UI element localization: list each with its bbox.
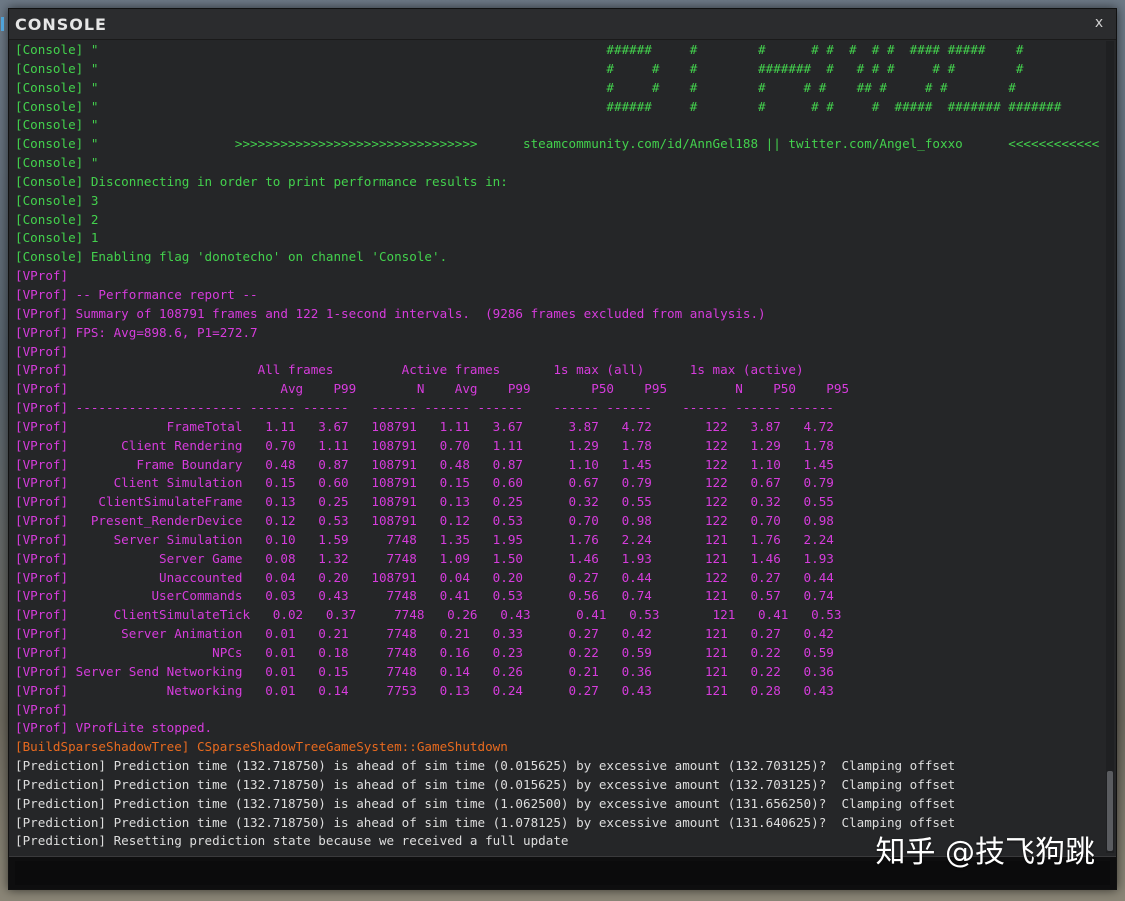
log-line: [VProf] Frame Boundary 0.48 0.87 108791 … (15, 456, 834, 472)
log-line: [Prediction] Prediction time (132.718750… (15, 758, 956, 774)
log-line: [VProf] Server Send Networking 0.01 0.15… (15, 663, 834, 679)
log-line: [VProf] FrameTotal 1.11 3.67 108791 1.11… (15, 418, 834, 434)
log-line: [Console] 3 (15, 192, 99, 208)
log-line: [Console] " >>>>>>>>>>>>>>>>>>>>>>>>>>>>… (15, 136, 1100, 152)
log-line: [Prediction] Prediction time (132.718750… (15, 795, 956, 811)
log-line: [Prediction] Prediction time (132.718750… (15, 776, 956, 792)
title-accent (1, 17, 4, 31)
close-button[interactable]: x (1090, 14, 1108, 32)
log-line: [VProf] UserCommands 0.03 0.43 7748 0.41… (15, 588, 834, 604)
log-line: [Console] " # # # ####### # # # # # # # (15, 60, 1024, 76)
log-line: [VProf] NPCs 0.01 0.18 7748 0.16 0.23 0.… (15, 645, 834, 660)
log-line: [VProf] Present_RenderDevice 0.12 0.53 1… (15, 513, 834, 529)
log-line: [VProf] Client Simulation 0.15 0.60 1087… (15, 475, 834, 491)
log-line: [VProf] Unaccounted 0.04 0.20 108791 0.0… (15, 569, 834, 585)
title-bar[interactable]: CONSOLE x (1, 9, 1116, 40)
log-line: [VProf] (15, 268, 69, 284)
log-line: [VProf] Server Simulation 0.10 1.59 7748… (15, 531, 834, 547)
console-window: CONSOLE x [Console] " ###### # # # # # #… (1, 8, 1117, 890)
log-line: [VProf] Server Animation 0.01 0.21 7748 … (15, 626, 834, 642)
log-line: [VProf] -- Performance report -- (15, 286, 258, 302)
log-line: [Console] " (15, 117, 99, 133)
log-line: [VProf] ---------------------- ------ --… (15, 400, 834, 416)
log-line: [VProf] VProfLite stopped. (15, 720, 213, 736)
scroll-thumb[interactable] (1107, 771, 1113, 851)
log-line: [VProf] ClientSimulateFrame 0.13 0.25 10… (15, 494, 834, 510)
log-line: [VProf] Networking 0.01 0.14 7753 0.13 0… (15, 682, 834, 698)
log-line: [VProf] FPS: Avg=898.6, P1=272.7 (15, 324, 258, 340)
log-line: [VProf] ClientSimulateTick 0.02 0.37 774… (15, 607, 842, 623)
window-title: CONSOLE (15, 15, 107, 34)
log-scrollbar[interactable] (1106, 41, 1114, 853)
console-log: [Console] " ###### # # # # # # # #### ##… (15, 41, 1101, 853)
log-line: [VProf] Server Game 0.08 1.32 7748 1.09 … (15, 550, 834, 566)
log-line: [VProf] Summary of 108791 frames and 122… (15, 305, 766, 321)
log-line: [Console] " ###### # # # # # # # #### ##… (15, 42, 1024, 57)
log-line: [Console] " (15, 155, 99, 171)
log-line: [BuildSparseShadowTree] CSparseShadowTre… (15, 739, 508, 755)
log-line: [Console] " # # # # # # ## # # # # (15, 79, 1016, 95)
log-line: [VProf] All frames Active frames 1s max … (15, 362, 804, 378)
log-line: [VProf] (15, 701, 69, 717)
log-line: [Console] 2 (15, 211, 99, 227)
log-line: [VProf] Avg P99 N Avg P99 P50 P95 N P50 … (15, 381, 850, 397)
log-line: [Console] 1 (15, 230, 99, 246)
watermark: 知乎 @技飞狗跳 (875, 835, 1095, 870)
log-line: [VProf] Client Rendering 0.70 1.11 10879… (15, 437, 834, 453)
log-line: [Console] Enabling flag 'donotecho' on c… (15, 249, 448, 265)
log-line: [VProf] (15, 343, 69, 359)
log-line: [Console] " ###### # # # # # ##### #####… (15, 98, 1062, 114)
log-line: [Console] Disconnecting in order to prin… (15, 173, 508, 189)
